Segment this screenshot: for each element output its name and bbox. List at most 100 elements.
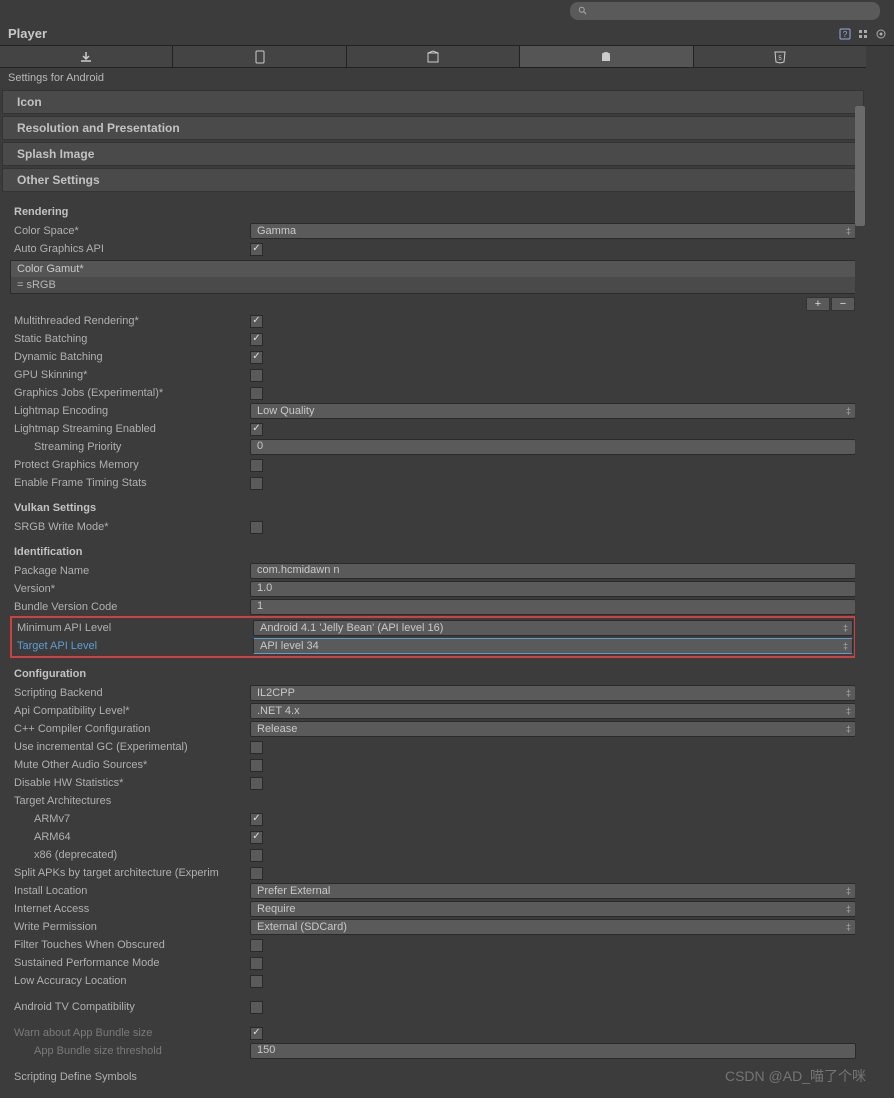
static-batch-checkbox[interactable] xyxy=(250,333,263,346)
tab-html5[interactable]: 5 xyxy=(694,46,866,67)
panel-title: Player xyxy=(8,26,838,41)
min-api-label: Minimum API Level xyxy=(13,622,253,634)
sustained-checkbox[interactable] xyxy=(250,957,263,970)
tab-android[interactable] xyxy=(520,46,693,67)
target-api-dropdown[interactable]: API level 34 xyxy=(253,638,853,654)
armv7-checkbox[interactable] xyxy=(250,813,263,826)
x86-checkbox[interactable] xyxy=(250,849,263,862)
disable-hw-label: Disable HW Statistics* xyxy=(10,777,250,789)
package-input[interactable]: com.hcmidawn n xyxy=(250,563,856,579)
color-gamut-buttons: + − xyxy=(10,296,856,312)
protect-mem-checkbox[interactable] xyxy=(250,459,263,472)
bundle-code-input[interactable]: 1 xyxy=(250,599,856,615)
color-space-dropdown[interactable]: Gamma xyxy=(250,223,856,239)
tv-compat-checkbox[interactable] xyxy=(250,1001,263,1014)
write-perm-dropdown[interactable]: External (SDCard) xyxy=(250,919,856,935)
search-icon xyxy=(578,6,588,16)
backend-dropdown[interactable]: IL2CPP xyxy=(250,685,856,701)
color-gamut-item[interactable]: = sRGB xyxy=(11,277,855,293)
lightmap-enc-dropdown[interactable]: Low Quality xyxy=(250,403,856,419)
incr-gc-label: Use incremental GC (Experimental) xyxy=(10,741,250,753)
section-resolution[interactable]: Resolution and Presentation xyxy=(2,116,864,140)
stream-prio-input[interactable]: 0 xyxy=(250,439,856,455)
add-gamut-button[interactable]: + xyxy=(806,297,830,311)
bundle-thresh-input[interactable]: 150 xyxy=(250,1043,856,1059)
api-compat-label: Api Compatibility Level* xyxy=(10,705,250,717)
color-space-label: Color Space* xyxy=(10,225,250,237)
highlight-box: Minimum API LevelAndroid 4.1 'Jelly Bean… xyxy=(10,616,856,658)
help-icon[interactable]: ? xyxy=(838,27,852,41)
auto-graphics-checkbox[interactable] xyxy=(250,243,263,256)
tab-default[interactable] xyxy=(347,46,520,67)
frame-timing-label: Enable Frame Timing Stats xyxy=(10,477,250,489)
static-batch-label: Static Batching xyxy=(10,333,250,345)
lightmap-enc-label: Lightmap Encoding xyxy=(10,405,250,417)
tab-standalone[interactable] xyxy=(173,46,346,67)
identification-head: Identification xyxy=(10,542,856,562)
remove-gamut-button[interactable]: − xyxy=(831,297,855,311)
graphics-jobs-checkbox[interactable] xyxy=(250,387,263,400)
config-head: Configuration xyxy=(10,664,856,684)
install-loc-dropdown[interactable]: Prefer External xyxy=(250,883,856,899)
package-label: Package Name xyxy=(10,565,250,577)
section-splash[interactable]: Splash Image xyxy=(2,142,864,166)
inspector-header: Player ? xyxy=(0,22,894,46)
armv7-label: ARMv7 xyxy=(10,813,250,825)
internet-label: Internet Access xyxy=(10,903,250,915)
preset-icon[interactable] xyxy=(856,27,870,41)
platform-tabs: 5 xyxy=(0,46,866,68)
filter-touch-label: Filter Touches When Obscured xyxy=(10,939,250,951)
split-apk-checkbox[interactable] xyxy=(250,867,263,880)
dynamic-batch-checkbox[interactable] xyxy=(250,351,263,364)
srgb-write-checkbox[interactable] xyxy=(250,521,263,534)
split-apk-label: Split APKs by target architecture (Exper… xyxy=(10,867,250,879)
dynamic-batch-label: Dynamic Batching xyxy=(10,351,250,363)
color-gamut-label: Color Gamut* xyxy=(11,261,855,277)
gpu-skin-checkbox[interactable] xyxy=(250,369,263,382)
version-input[interactable]: 1.0 xyxy=(250,581,856,597)
tab-download[interactable] xyxy=(0,46,173,67)
low-acc-checkbox[interactable] xyxy=(250,975,263,988)
lightmap-stream-label: Lightmap Streaming Enabled xyxy=(10,423,250,435)
install-loc-label: Install Location xyxy=(10,885,250,897)
min-api-dropdown[interactable]: Android 4.1 'Jelly Bean' (API level 16) xyxy=(253,620,853,636)
vulkan-head: Vulkan Settings xyxy=(10,498,856,518)
scrollbar-thumb[interactable] xyxy=(855,106,865,226)
target-arch-label: Target Architectures xyxy=(10,795,250,807)
watermark: CSDN @AD_喵了个咪 xyxy=(725,1066,866,1086)
lightmap-stream-checkbox[interactable] xyxy=(250,423,263,436)
svg-text:5: 5 xyxy=(778,56,782,62)
section-icon[interactable]: Icon xyxy=(2,90,864,114)
main-panel: 5 Settings for Android Icon Resolution a… xyxy=(0,46,894,1096)
warn-bundle-checkbox[interactable] xyxy=(250,1027,263,1040)
srgb-write-label: SRGB Write Mode* xyxy=(10,521,250,533)
arm64-label: ARM64 xyxy=(10,831,250,843)
stream-prio-label: Streaming Priority xyxy=(10,441,250,453)
define-sym-label: Scripting Define Symbols xyxy=(10,1071,250,1083)
disable-hw-checkbox[interactable] xyxy=(250,777,263,790)
cpp-conf-dropdown[interactable]: Release xyxy=(250,721,856,737)
frame-timing-checkbox[interactable] xyxy=(250,477,263,490)
mute-audio-label: Mute Other Audio Sources* xyxy=(10,759,250,771)
multithread-label: Multithreaded Rendering* xyxy=(10,315,250,327)
write-perm-label: Write Permission xyxy=(10,921,250,933)
internet-dropdown[interactable]: Require xyxy=(250,901,856,917)
cpp-conf-label: C++ Compiler Configuration xyxy=(10,723,250,735)
rendering-head: Rendering xyxy=(10,202,856,222)
search-bar[interactable] xyxy=(570,2,880,20)
api-compat-dropdown[interactable]: .NET 4.x xyxy=(250,703,856,719)
target-api-label: Target API Level xyxy=(13,640,253,652)
filter-touch-checkbox[interactable] xyxy=(250,939,263,952)
svg-text:?: ? xyxy=(843,30,848,39)
arm64-checkbox[interactable] xyxy=(250,831,263,844)
version-label: Version* xyxy=(10,583,250,595)
settings-for-label: Settings for Android xyxy=(0,68,866,88)
gear-icon[interactable] xyxy=(874,27,888,41)
color-gamut-list: Color Gamut* = sRGB xyxy=(10,260,856,294)
section-other[interactable]: Other Settings xyxy=(2,168,864,192)
scrollbar[interactable] xyxy=(855,106,865,1006)
bundle-code-label: Bundle Version Code xyxy=(10,601,250,613)
mute-audio-checkbox[interactable] xyxy=(250,759,263,772)
incr-gc-checkbox[interactable] xyxy=(250,741,263,754)
multithread-checkbox[interactable] xyxy=(250,315,263,328)
